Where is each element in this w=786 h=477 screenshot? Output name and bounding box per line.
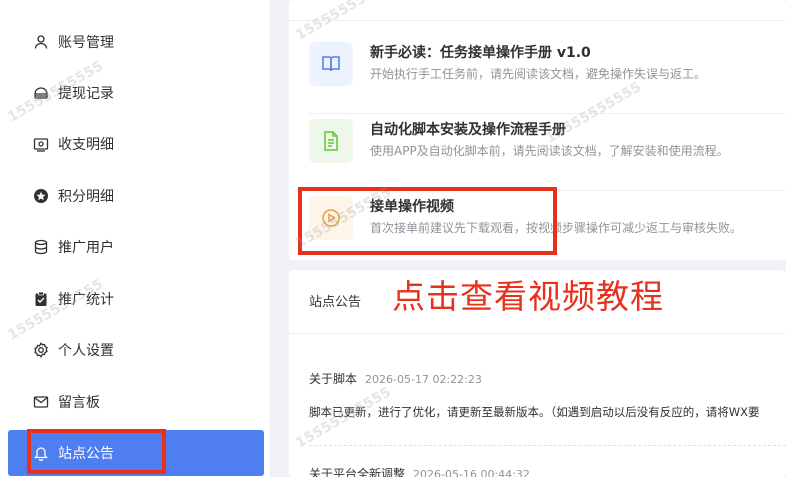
sidebar-item-label: 个人设置: [58, 343, 114, 359]
withdraw-icon: [32, 85, 49, 102]
sidebar-item-label: 收支明细: [58, 137, 114, 153]
sidebar-item-points[interactable]: 积分明细: [8, 173, 264, 219]
notice-item[interactable]: 关于脚本 2026-05-17 02:22:23: [309, 370, 482, 387]
doc-item-manual[interactable]: 新手必读：任务接单操作手册 v1.0 开始执行手工任务前，请先阅读该文档，避免操…: [309, 38, 786, 114]
book-icon: [309, 42, 353, 86]
notice-title: 关于平台全新调整: [309, 467, 406, 477]
notice-time: 2026-05-16 00:44:32: [413, 468, 530, 477]
clipboard-icon: [32, 291, 49, 308]
notice-item[interactable]: 关于平台全新调整 2026-05-16 00:44:32: [309, 465, 530, 477]
gear-icon: [32, 342, 49, 359]
sidebar-item-label: 推广统计: [58, 292, 114, 308]
sidebar-item-label: 推广用户: [58, 240, 114, 256]
points-icon: [32, 188, 49, 205]
annotation-text: 点击查看视频教程: [392, 277, 664, 316]
document-icon: [309, 119, 353, 163]
user-icon: [32, 34, 49, 51]
wallet-icon: [32, 136, 49, 153]
divider: [309, 445, 786, 446]
divider: [289, 20, 786, 21]
highlight-box-video: [298, 187, 557, 255]
sidebar-item-income[interactable]: 收支明细: [8, 121, 264, 167]
mail-icon: [32, 394, 49, 411]
notice-time: 2026-05-17 02:22:23: [365, 373, 482, 386]
database-icon: [32, 239, 49, 256]
divider: [289, 333, 786, 334]
sidebar-item-label: 提现记录: [58, 86, 114, 102]
sidebar-item-label: 积分明细: [58, 189, 114, 205]
sidebar: 账号管理 提现记录 收支明细 积分明细 推广用户 推广统计 个人设置 留言板 站…: [0, 0, 271, 477]
notice-title: 关于脚本: [309, 372, 358, 386]
sidebar-item-withdraw[interactable]: 提现记录: [8, 70, 264, 116]
sidebar-item-account[interactable]: 账号管理: [8, 19, 264, 65]
sidebar-item-promo-users[interactable]: 推广用户: [8, 224, 264, 270]
doc-description: 使用APP及自动化脚本前，请先阅读该文档，了解安装和使用流程。: [370, 144, 729, 158]
doc-title[interactable]: 自动化脚本安装及操作流程手册: [370, 119, 566, 139]
notice-body: 脚本已更新，进行了优化，请更新至最新版本。（如遇到启动以后没有反应的，请将WX要: [309, 405, 760, 419]
highlight-box-announcements: [27, 429, 166, 474]
doc-description: 开始执行手工任务前，请先阅读该文档，避免操作失误与返工。: [370, 67, 707, 81]
sidebar-item-label: 留言板: [58, 395, 100, 411]
sidebar-item-promo-stats[interactable]: 推广统计: [8, 276, 264, 322]
sidebar-item-messages[interactable]: 留言板: [8, 379, 264, 425]
sidebar-item-settings[interactable]: 个人设置: [8, 327, 264, 373]
announcements-header: 站点公告: [309, 295, 362, 310]
sidebar-item-label: 账号管理: [58, 35, 114, 51]
doc-title[interactable]: 新手必读：任务接单操作手册 v1.0: [370, 42, 591, 62]
doc-item-script-manual[interactable]: 自动化脚本安装及操作流程手册 使用APP及自动化脚本前，请先阅读该文档，了解安装…: [309, 115, 786, 191]
